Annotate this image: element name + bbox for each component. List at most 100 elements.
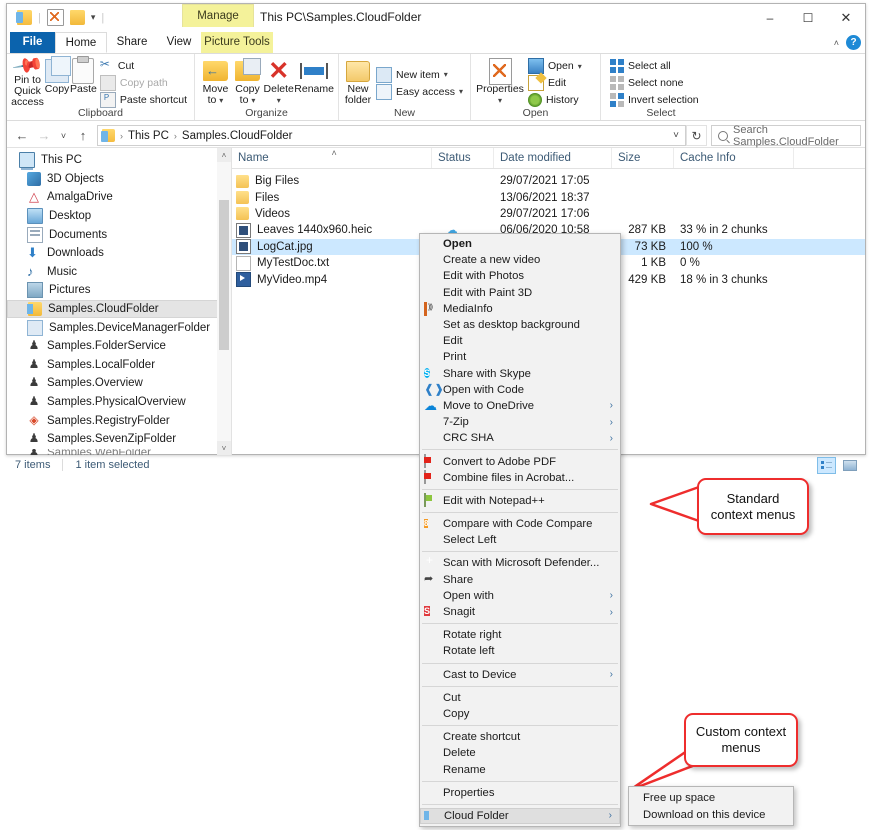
menu-item-edit-with-paint-3d[interactable]: Edit with Paint 3D bbox=[420, 285, 620, 301]
ribbon-help-controls[interactable]: ˄ ? bbox=[834, 35, 861, 50]
menu-item-copy[interactable]: Copy bbox=[420, 706, 620, 722]
menu-item-open[interactable]: Open bbox=[420, 236, 620, 252]
new-folder-button[interactable]: New folder bbox=[343, 54, 373, 108]
menu-item-share[interactable]: ➦ Share bbox=[420, 572, 620, 588]
column-header-cache-info[interactable]: Cache Info bbox=[674, 148, 794, 168]
menu-item-crc-sha[interactable]: CRC SHA › bbox=[420, 430, 620, 446]
breadcrumb-samples-cloudfolder[interactable]: Samples.CloudFolder bbox=[182, 130, 293, 142]
menu-item-edit-with-notepadpp[interactable]: Edit with Notepad++ bbox=[420, 492, 620, 509]
sidebar-item-samples-folderservice[interactable]: ♟ Samples.FolderService bbox=[7, 337, 231, 356]
sidebar-item-pictures[interactable]: Pictures bbox=[7, 281, 231, 300]
chevron-down-icon[interactable]: ▾ bbox=[91, 13, 96, 22]
cut-button[interactable]: Cut bbox=[97, 57, 190, 75]
menu-item-open-with[interactable]: Open with › bbox=[420, 588, 620, 604]
details-view-button[interactable] bbox=[817, 457, 836, 474]
refresh-button[interactable]: ↻ bbox=[686, 125, 707, 146]
menu-item-create-shortcut[interactable]: Create shortcut bbox=[420, 729, 620, 745]
sidebar-item-samples-sevenzipfolder[interactable]: ♟ Samples.SevenZipFolder bbox=[7, 430, 231, 449]
menu-item-create-a-new-video[interactable]: Create a new video bbox=[420, 252, 620, 268]
sidebar-item-music[interactable]: ♪ Music bbox=[7, 263, 231, 282]
select-all-button[interactable]: Select all bbox=[607, 58, 702, 75]
view-mode-buttons[interactable] bbox=[817, 457, 859, 474]
easy-access-button[interactable]: Easy access ▾ bbox=[373, 83, 466, 100]
table-row[interactable]: Big Files 29/07/2021 17:05 bbox=[232, 173, 865, 189]
copy-to-button[interactable]: Copy to ▾ bbox=[232, 54, 263, 108]
menu-item-edit-with-photos[interactable]: Edit with Photos bbox=[420, 268, 620, 284]
column-header-status[interactable]: Status bbox=[432, 148, 494, 168]
tab-view[interactable]: View bbox=[157, 32, 201, 53]
menu-item-delete[interactable]: Delete bbox=[420, 745, 620, 761]
scroll-down-icon[interactable]: ˅ bbox=[217, 441, 231, 455]
close-button[interactable]: ✕ bbox=[827, 4, 865, 31]
menu-item-print[interactable]: Print bbox=[420, 349, 620, 365]
delete-caret-icon[interactable]: ▾ bbox=[277, 95, 281, 106]
properties-icon[interactable] bbox=[46, 9, 64, 26]
window-controls[interactable]: – ☐ ✕ bbox=[751, 4, 865, 31]
open-caret-icon[interactable]: ▾ bbox=[578, 62, 582, 71]
menu-item-move-to-onedrive[interactable]: ☁ Move to OneDrive › bbox=[420, 398, 620, 414]
up-button[interactable]: ↑ bbox=[72, 125, 94, 147]
sidebar-item-samples-localfolder[interactable]: ♟ Samples.LocalFolder bbox=[7, 356, 231, 375]
ribbon-collapse-icon[interactable]: ˄ bbox=[834, 38, 839, 48]
tab-home[interactable]: Home bbox=[55, 32, 107, 53]
menu-item-compare-with-code-compare[interactable]: 8 Compare with Code Compare bbox=[420, 516, 620, 532]
context-menu[interactable]: Open Create a new video Edit with Photos… bbox=[419, 233, 621, 827]
sidebar-item-desktop[interactable]: Desktop bbox=[7, 207, 231, 226]
menu-item-cloud-folder[interactable]: Cloud Folder › bbox=[420, 807, 620, 824]
back-button[interactable]: ← bbox=[11, 125, 33, 147]
move-to-button[interactable]: ← Move to ▾ bbox=[199, 54, 232, 108]
properties-caret-icon[interactable]: ▾ bbox=[498, 95, 502, 106]
menu-item-select-left[interactable]: Select Left bbox=[420, 532, 620, 548]
new-item-button[interactable]: New item ▾ bbox=[373, 66, 466, 83]
menu-item-share-with-skype[interactable]: S Share with Skype bbox=[420, 366, 620, 382]
address-dropdown-icon[interactable]: ˅ bbox=[673, 130, 679, 141]
sidebar-item-this-pc[interactable]: This PC bbox=[7, 151, 231, 171]
tab-file[interactable]: File bbox=[10, 32, 55, 53]
menu-item-mediainfo[interactable]: MediaInfo bbox=[420, 301, 620, 317]
invert-selection-button[interactable]: Invert selection bbox=[607, 92, 702, 109]
copy-button[interactable]: Copy bbox=[44, 54, 72, 108]
properties-button[interactable]: Properties ▾ bbox=[475, 54, 525, 108]
cloud-folder-icon[interactable] bbox=[16, 10, 32, 25]
recent-locations-button[interactable]: ˅ bbox=[55, 125, 72, 147]
rename-button[interactable]: Rename bbox=[294, 54, 334, 108]
context-submenu-cloud-folder[interactable]: Free up space Download on this device bbox=[628, 786, 794, 826]
quick-access-toolbar[interactable]: | ▾ | bbox=[16, 9, 104, 26]
history-button[interactable]: History bbox=[525, 92, 585, 109]
submenu-item-free-up-space[interactable]: Free up space bbox=[629, 789, 793, 806]
open-button[interactable]: Open ▾ bbox=[525, 58, 585, 75]
menu-item-rotate-right[interactable]: Rotate right bbox=[420, 627, 620, 643]
menu-item-open-with-code[interactable]: ❰❱ Open with Code bbox=[420, 382, 620, 398]
sidebar-item-samples-devicemanagerfolder[interactable]: Samples.DeviceManagerFolder bbox=[7, 318, 231, 337]
table-row[interactable]: Videos 29/07/2021 17:06 bbox=[232, 206, 865, 222]
sidebar-item-3d-objects[interactable]: 3D Objects bbox=[7, 170, 231, 189]
tiles-view-button[interactable] bbox=[840, 457, 859, 474]
menu-item-7-zip[interactable]: 7-Zip › bbox=[420, 414, 620, 430]
copy-path-button[interactable]: Copy path bbox=[97, 75, 190, 92]
new-folder-icon[interactable] bbox=[69, 10, 85, 25]
breadcrumb-this-pc[interactable]: This PC bbox=[128, 130, 169, 142]
submenu-item-download-on-this-device[interactable]: Download on this device bbox=[629, 806, 793, 823]
menu-item-edit[interactable]: Edit bbox=[420, 333, 620, 349]
menu-item-convert-to-adobe-pdf[interactable]: Convert to Adobe PDF bbox=[420, 453, 620, 469]
edit-button[interactable]: Edit bbox=[525, 75, 585, 92]
navigation-scrollbar[interactable]: ˄ ˅ bbox=[217, 148, 231, 455]
delete-button[interactable]: ✕ Delete ▾ bbox=[263, 54, 294, 108]
easy-access-caret-icon[interactable]: ▾ bbox=[459, 87, 463, 96]
menu-item-rotate-left[interactable]: Rotate left bbox=[420, 643, 620, 659]
sidebar-item-samples-physicaloverview[interactable]: ♟ Samples.PhysicalOverview bbox=[7, 393, 231, 412]
forward-button[interactable]: → bbox=[33, 125, 55, 147]
menu-item-cut[interactable]: Cut bbox=[420, 690, 620, 706]
sidebar-item-downloads[interactable]: ⬇ Downloads bbox=[7, 244, 231, 263]
table-row[interactable]: Files 13/06/2021 18:37 bbox=[232, 189, 865, 205]
paste-button[interactable]: Paste bbox=[70, 54, 97, 108]
menu-item-properties[interactable]: Properties bbox=[420, 785, 620, 801]
menu-item-cast-to-device[interactable]: Cast to Device › bbox=[420, 667, 620, 683]
column-header-size[interactable]: Size bbox=[612, 148, 674, 168]
pin-to-quick-access-button[interactable]: 📌 Pin to Quick access bbox=[11, 50, 44, 108]
column-header-name[interactable]: ˄ Name bbox=[232, 148, 432, 168]
sidebar-item-amalgadrive[interactable]: △ AmalgaDrive bbox=[7, 188, 231, 207]
maximize-button[interactable]: ☐ bbox=[789, 4, 827, 31]
tab-share[interactable]: Share bbox=[107, 32, 157, 53]
sidebar-item-samples-overview[interactable]: ♟ Samples.Overview bbox=[7, 374, 231, 393]
